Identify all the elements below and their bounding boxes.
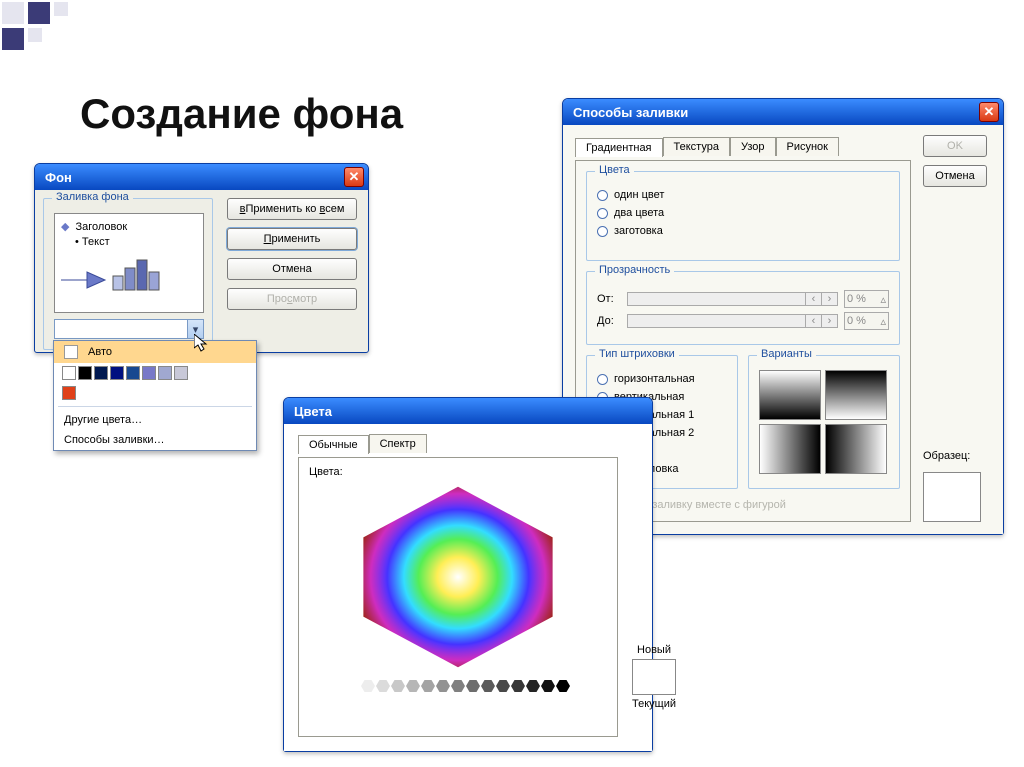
sample-swatch [923,472,981,522]
tab-picture[interactable]: Рисунок [776,137,840,156]
colors-dialog-title: Цвета [294,404,332,419]
radio-two-colors[interactable]: два цвета [597,204,889,222]
bg-color-dropdown[interactable]: ▾ [54,319,204,339]
gray-swatch[interactable] [406,680,420,692]
from-label: От: [597,293,621,305]
variant-4[interactable] [825,424,887,474]
tab-custom[interactable]: Спектр [369,434,427,453]
gray-swatch[interactable] [526,680,540,692]
gray-swatch[interactable] [376,680,390,692]
gray-swatch[interactable] [511,680,525,692]
from-spin[interactable]: 0 %▵ [844,290,889,308]
gray-swatch[interactable] [361,680,375,692]
variant-3[interactable] [759,424,821,474]
gray-swatch[interactable] [481,680,495,692]
preview-button: Просмотр [227,288,357,310]
gray-swatch[interactable] [541,680,555,692]
colors-label: Цвета: [309,466,343,478]
gray-swatch[interactable] [451,680,465,692]
page-title: Создание фона [80,90,403,138]
variant-2[interactable] [825,370,887,420]
gray-swatch[interactable] [421,680,435,692]
shade-group-label: Тип штриховки [595,348,679,360]
gray-swatch[interactable] [556,680,570,692]
color-swatch[interactable] [62,386,76,400]
tab-pattern[interactable]: Узор [730,137,776,156]
color-swatch[interactable] [62,366,76,380]
bg-cancel-button[interactable]: Отмена [227,258,357,280]
color-swatch[interactable] [158,366,172,380]
current-label: Текущий [632,698,676,710]
gray-swatch[interactable] [496,680,510,692]
gray-swatch[interactable] [466,680,480,692]
gray-swatch[interactable] [436,680,450,692]
tab-gradient[interactable]: Градиентная [575,138,663,157]
new-color-swatch [632,659,676,695]
bg-preview-thumb: ◆ Заголовок • Текст [54,213,204,313]
variants-group-label: Варианты [757,348,816,360]
color-swatch[interactable] [78,366,92,380]
tab-texture[interactable]: Текстура [663,137,730,156]
close-icon[interactable]: ✕ [344,167,364,187]
apply-all-button[interactable]: вПрименить ко всемПрименить ко всем [227,198,357,220]
to-label: До: [597,315,621,327]
menu-item-fill-effects[interactable]: Способы заливки… [54,430,256,450]
gray-swatch[interactable] [391,680,405,692]
variant-1[interactable] [759,370,821,420]
ok-button: OK [923,135,987,157]
color-swatch[interactable] [126,366,140,380]
bg-dialog-title: Фон [45,170,72,185]
color-swatch[interactable] [110,366,124,380]
color-swatch[interactable] [94,366,108,380]
radio-horizontal[interactable]: горизонтальная [597,370,727,388]
apply-button[interactable]: Применить [227,228,357,250]
radio-preset[interactable]: заготовка [597,222,889,240]
sample-label: Образец: [923,450,970,462]
menu-item-more-colors[interactable]: Другие цвета… [54,410,256,430]
from-slider[interactable]: ‹› [627,292,838,306]
menu-item-auto[interactable]: Авто [54,341,256,363]
close-icon[interactable]: ✕ [979,102,999,122]
colors-group-label: Цвета [595,164,634,176]
transparency-group-label: Прозрачность [595,264,674,276]
bg-fill-legend: Заливка фона [52,191,133,203]
gray-swatch[interactable] [346,680,360,692]
diamond-icon: ◆ [61,220,69,233]
radio-one-color[interactable]: один цвет [597,186,889,204]
color-swatch[interactable] [142,366,156,380]
color-swatch[interactable] [174,366,188,380]
cancel-button[interactable]: Отмена [923,165,987,187]
cursor-icon [194,334,210,354]
hex-color-picker[interactable] [348,482,568,672]
new-label: Новый [632,644,676,656]
to-slider[interactable]: ‹› [627,314,838,328]
fill-dialog-title: Способы заливки [573,105,688,120]
tab-standard[interactable]: Обычные [298,435,369,454]
to-spin[interactable]: 0 %▵ [844,312,889,330]
